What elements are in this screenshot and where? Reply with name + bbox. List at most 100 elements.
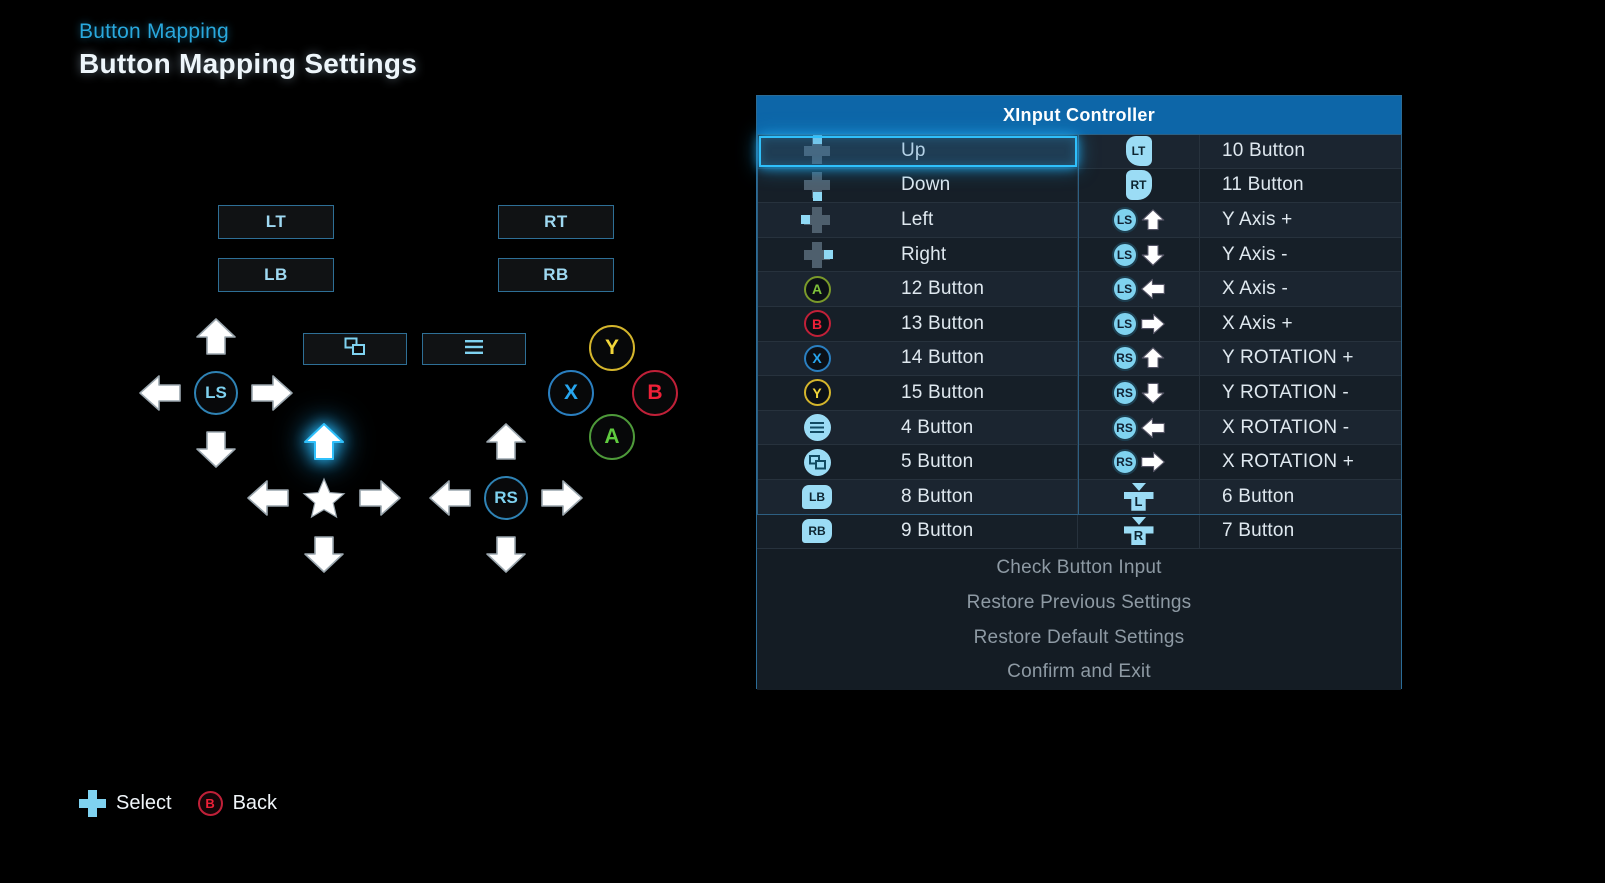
table-row[interactable]: RB 9 Button R 7 Button [757,514,1401,550]
face-a-label: A [604,425,620,448]
diagram-face-button-y[interactable]: Y [589,325,635,371]
dpad-right-arrow-icon[interactable] [357,478,403,518]
diagram-shoulder-lb[interactable]: LB [218,258,334,292]
table-row[interactable]: 4 Button RS X ROTATION - [757,410,1401,446]
menu-hamburger-icon [463,338,485,361]
table-row[interactable]: Down RT 11 Button [757,168,1401,204]
row-label: 4 Button [901,416,974,438]
view-windows-icon [757,445,877,479]
view-windows-icon [344,337,366,362]
left-trigger-axis-icon: L [1077,479,1199,514]
shoulder-lb-label: LB [264,265,288,284]
face-x-label: X [563,381,578,404]
rs-hub-label: RS [494,488,518,507]
button-b-icon: B [757,307,877,341]
button-y-icon: Y [757,376,877,410]
diagram-shoulder-rt[interactable]: RT [498,205,614,239]
dpad-right-icon [757,238,877,272]
footer-back-hint: B Back [197,791,278,816]
table-row[interactable]: B 13 Button LS X Axis + [757,306,1401,342]
row-label: 14 Button [901,347,985,369]
ls-right-arrow-icon[interactable] [249,373,295,413]
row-mapping: 7 Button [1199,514,1401,549]
button-a-icon: A [757,272,877,306]
ls-left-arrow-icon[interactable] [137,373,183,413]
diagram-view-button[interactable] [303,333,407,365]
row-label: 9 Button [901,520,974,542]
diagram-ls-hub[interactable]: LS [194,371,238,415]
diagram-face-button-a[interactable]: A [589,414,635,460]
row-mapping: 10 Button [1199,134,1401,168]
rs-down-arrow-icon[interactable] [483,534,529,574]
button-b-icon: B [197,791,223,816]
row-label: Left [901,208,934,230]
panel-title: XInput Controller [757,96,1401,134]
rt-trigger-icon: RT [1077,168,1199,203]
face-b-label: B [647,381,663,404]
ls-up-icon: LS [1077,203,1199,237]
rs-up-arrow-icon[interactable] [483,422,529,462]
diagram-rs-hub[interactable]: RS [484,476,528,520]
rs-left-icon: RS [1077,410,1199,445]
button-x-icon: X [757,342,877,376]
table-row[interactable]: A 12 Button LS X Axis - [757,272,1401,307]
dpad-icon [79,790,106,817]
table-row[interactable]: 5 Button RS X ROTATION + [757,445,1401,480]
panel-actions: Check Button Input Restore Previous Sett… [757,549,1401,690]
lt-trigger-icon: LT [1077,134,1199,168]
row-mapping: Y ROTATION - [1199,376,1401,410]
table-row[interactable]: LB 8 Button L 6 Button [757,479,1401,515]
rs-right-arrow-icon[interactable] [539,478,585,518]
face-y-label: Y [604,336,619,359]
footer-select-hint: Select [79,790,172,817]
row-label: 12 Button [901,278,985,300]
row-mapping: 11 Button [1199,168,1401,203]
restore-previous-settings-item[interactable]: Restore Previous Settings [757,586,1401,621]
dpad-down-arrow-icon[interactable] [301,534,347,574]
row-mapping: Y Axis + [1199,203,1401,237]
button-mapping-screen: Button Mapping Button Mapping Settings L… [0,0,1605,883]
diagram-menu-button[interactable] [422,333,526,365]
row-label: 15 Button [901,381,985,403]
restore-default-settings-item[interactable]: Restore Default Settings [757,620,1401,655]
row-mapping: X ROTATION - [1199,410,1401,445]
footer-hints: Select B Back [79,790,277,817]
row-mapping: 6 Button [1199,479,1401,514]
ls-down-icon: LS [1077,237,1199,272]
table-row[interactable]: Left LS Y Axis + [757,203,1401,238]
check-button-input-item[interactable]: Check Button Input [757,551,1401,586]
ls-left-icon: LS [1077,272,1199,306]
row-label: 5 Button [901,451,974,473]
row-mapping: X Axis + [1199,306,1401,341]
footer-back-label: Back [232,792,278,814]
lb-bumper-icon: LB [757,480,877,514]
diagram-shoulder-rb[interactable]: RB [498,258,614,292]
dpad-left-arrow-icon[interactable] [245,478,291,518]
dpad-up-arrow-icon[interactable] [301,422,347,462]
menu-hamburger-icon [757,411,877,445]
dpad-down-icon [757,169,877,203]
ls-down-arrow-icon[interactable] [193,429,239,469]
rs-left-arrow-icon[interactable] [427,478,473,518]
row-label: Up [901,139,926,161]
diagram-shoulder-lt[interactable]: LT [218,205,334,239]
row-label: 8 Button [901,485,974,507]
controller-diagram: LT LB RT RB LS RS Y X B A [0,0,740,620]
mapping-table: Up LT 10 Button Down RT 11 Button Left L… [757,134,1402,550]
row-mapping: Y Axis - [1199,237,1401,272]
table-row[interactable]: X 14 Button RS Y ROTATION + [757,341,1401,377]
confirm-and-exit-item[interactable]: Confirm and Exit [757,655,1401,690]
table-row[interactable]: Right LS Y Axis - [757,237,1401,273]
diagram-face-button-x[interactable]: X [548,370,594,416]
star-icon [302,476,346,520]
ls-up-arrow-icon[interactable] [193,317,239,357]
table-row[interactable]: Up LT 10 Button [757,134,1401,169]
footer-select-label: Select [116,792,172,814]
diagram-face-button-b[interactable]: B [632,370,678,416]
shoulder-lt-label: LT [265,212,287,231]
shoulder-rb-label: RB [543,265,569,284]
table-row[interactable]: Y 15 Button RS Y ROTATION - [757,376,1401,411]
ls-hub-label: LS [205,383,227,402]
row-mapping: Y ROTATION + [1199,341,1401,376]
rb-bumper-icon: RB [757,515,877,549]
